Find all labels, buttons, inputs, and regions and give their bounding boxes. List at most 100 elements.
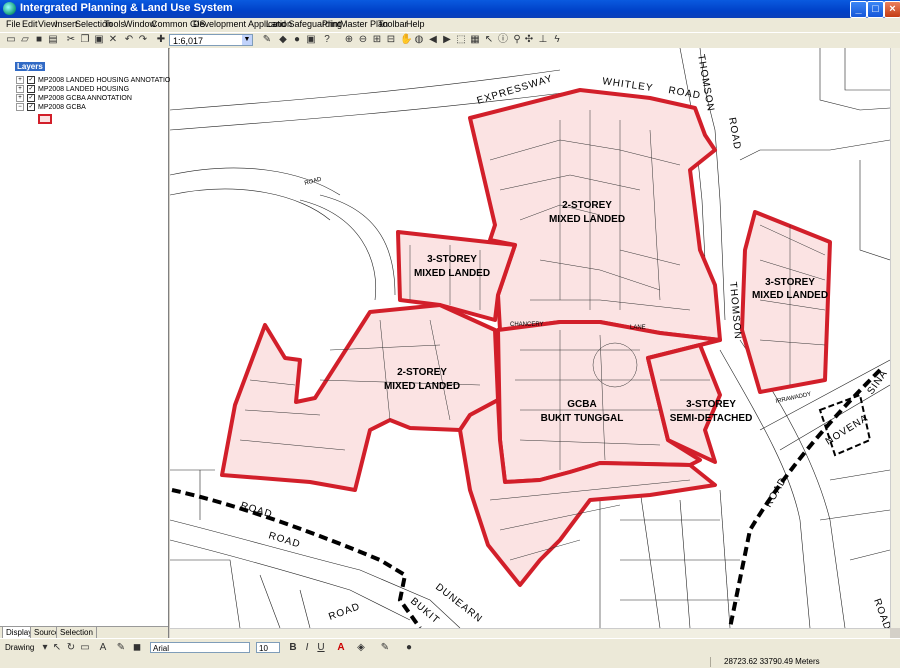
road-label-road: ROAD <box>267 530 302 550</box>
status-divider <box>710 657 711 667</box>
layer-row[interactable]: + ✓ MP2008 LANDED HOUSING ANNOTATION <box>16 76 175 85</box>
layer-checkbox[interactable]: ✓ <box>27 76 35 85</box>
map-canvas[interactable]: 2-STOREY MIXED LANDED 3-STOREY MIXED LAN… <box>170 48 890 628</box>
drawing-menu[interactable]: Drawing <box>5 643 34 652</box>
chevron-down-icon[interactable]: ▼ <box>242 35 252 45</box>
whats-this-icon[interactable]: ? <box>322 35 332 45</box>
expand-plus-icon[interactable]: + <box>16 85 24 94</box>
print-icon[interactable]: ▤ <box>48 35 58 45</box>
zone-label-line2: MIXED LANDED <box>414 268 490 279</box>
menu-toolbar[interactable]: Toolbar <box>378 19 408 29</box>
road-label-bukit: BUKIT <box>408 596 441 627</box>
line-color-icon[interactable]: ✎ <box>380 643 390 653</box>
app-globe-icon <box>3 2 16 15</box>
layer-row[interactable]: + ✓ MP2008 GCBA ANNOTATION <box>16 94 132 103</box>
zone-label-line1: 3-STOREY <box>686 399 736 410</box>
font-name-combobox[interactable]: Arial <box>150 642 250 653</box>
text-color-button[interactable]: A <box>336 643 346 653</box>
select-elements-icon[interactable]: ↖ <box>52 643 62 653</box>
expand-plus-icon[interactable]: + <box>16 76 24 85</box>
menu-file[interactable]: File <box>6 19 21 29</box>
forward-arrow-icon[interactable]: ▶ <box>442 35 452 45</box>
underline-button[interactable]: U <box>316 643 326 653</box>
paste-icon[interactable]: ▣ <box>94 35 104 45</box>
layer-checkbox[interactable]: ✓ <box>27 85 35 94</box>
expand-plus-icon[interactable]: + <box>16 94 24 103</box>
find-binoculars-icon[interactable]: ⚲ <box>512 35 522 45</box>
command-line-icon[interactable]: ▣ <box>306 35 316 45</box>
fixed-zoom-out-icon[interactable]: ⊟ <box>386 35 396 45</box>
add-data-icon[interactable]: ✚ <box>156 35 166 45</box>
edit-vertices-icon[interactable]: ✎ <box>116 643 126 653</box>
zone-label-line2: MIXED LANDED <box>549 214 625 225</box>
editor-icon[interactable]: ✎ <box>262 35 272 45</box>
map-svg[interactable]: 2-STOREY MIXED LANDED 3-STOREY MIXED LAN… <box>170 48 890 628</box>
italic-button[interactable]: I <box>302 643 312 653</box>
cut-icon[interactable]: ✂ <box>66 35 76 45</box>
save-icon[interactable]: ■ <box>34 35 44 45</box>
minimize-button[interactable]: _ <box>850 1 867 18</box>
go-to-xy-icon[interactable]: ✣ <box>524 35 534 45</box>
new-document-icon[interactable]: ▭ <box>6 35 16 45</box>
layer-checkbox[interactable]: ✓ <box>27 103 35 112</box>
layer-label: MP2008 LANDED HOUSING ANNOTATION <box>38 77 176 84</box>
menu-tools[interactable]: Tools <box>104 19 125 29</box>
layer-checkbox[interactable]: ✓ <box>27 94 35 103</box>
layer-label: MP2008 LANDED HOUSING <box>38 86 130 93</box>
open-folder-icon[interactable]: ▱ <box>20 35 30 45</box>
measure-icon[interactable]: ⊥ <box>538 35 548 45</box>
fixed-zoom-in-icon[interactable]: ⊞ <box>372 35 382 45</box>
map-scale-value: 1:6,017 <box>173 36 204 46</box>
layer-row[interactable]: − ✓ MP2008 GCBA <box>16 103 86 112</box>
font-size-combobox[interactable]: 10 <box>256 642 280 653</box>
menu-edit[interactable]: Edit <box>22 19 38 29</box>
close-button[interactable]: × <box>884 1 900 18</box>
dropdown-arrow-icon[interactable]: ▾ <box>40 643 50 653</box>
zoom-out-icon[interactable]: ⊖ <box>358 35 368 45</box>
arc-toolbox-icon[interactable]: ◆ <box>278 35 288 45</box>
hyperlink-icon[interactable]: ϟ <box>552 35 562 45</box>
road-label-road: ROAD <box>726 117 743 151</box>
new-text-icon[interactable]: A <box>98 643 108 653</box>
collapse-minus-icon[interactable]: − <box>16 103 24 112</box>
zone-east-3storey[interactable] <box>740 210 832 394</box>
map-vertical-scrollbar[interactable] <box>890 48 900 628</box>
menu-bar: File Edit View Insert Selection Tools Wi… <box>0 18 900 32</box>
redo-icon[interactable]: ↷ <box>138 35 148 45</box>
gcba-legend-swatch <box>38 114 52 124</box>
copy-icon[interactable]: ❐ <box>80 35 90 45</box>
zone-southwest-2storey[interactable] <box>220 303 500 492</box>
zone-label-line1: 3-STOREY <box>765 277 815 288</box>
pan-hand-icon[interactable]: ✋ <box>400 35 412 45</box>
layers-root-node[interactable]: Layers <box>15 62 45 71</box>
select-pointer-icon[interactable]: ↖ <box>484 35 494 45</box>
road-label-road: ROAD <box>327 601 362 623</box>
text-tool-label: A <box>99 642 107 653</box>
font-color-icon[interactable]: ◼ <box>132 643 142 653</box>
road-label-road: ROAD <box>667 85 701 102</box>
rectangle-icon[interactable]: ▭ <box>80 643 90 653</box>
toolbox-icon[interactable]: ● <box>292 35 302 45</box>
road-label-chancery: CHANCERY <box>510 322 544 328</box>
layer-row[interactable]: + ✓ MP2008 LANDED HOUSING <box>16 85 129 94</box>
menu-help[interactable]: Help <box>406 19 425 29</box>
identify-icon[interactable]: ⓘ <box>498 35 508 45</box>
menu-print[interactable]: Print <box>322 19 341 29</box>
full-extent-icon[interactable]: ◍ <box>414 35 424 45</box>
fill-color-icon[interactable]: ◈ <box>356 643 366 653</box>
back-arrow-icon[interactable]: ◀ <box>428 35 438 45</box>
maximize-button[interactable]: □ <box>867 1 884 18</box>
delete-icon[interactable]: ✕ <box>108 35 118 45</box>
mrt-line-east <box>728 368 882 628</box>
marker-color-icon[interactable]: ● <box>404 643 414 653</box>
clear-selection-icon[interactable]: ▦ <box>470 35 480 45</box>
select-features-icon[interactable]: ⬚ <box>456 35 466 45</box>
layers-root-label: Layers <box>17 62 43 71</box>
undo-icon[interactable]: ↶ <box>124 35 134 45</box>
standard-toolbar: ▭ ▱ ■ ▤ ✂ ❐ ▣ ✕ ↶ ↷ ✚ 1:6,017 ▼ ✎ ◆ ● ▣ … <box>0 32 900 49</box>
zoom-in-icon[interactable]: ⊕ <box>344 35 354 45</box>
map-scale-combobox[interactable]: 1:6,017 ▼ <box>169 34 253 46</box>
coordinate-readout: 28723.62 33790.49 Meters <box>724 657 820 666</box>
rotate-icon[interactable]: ↻ <box>66 643 76 653</box>
bold-button[interactable]: B <box>288 643 298 653</box>
